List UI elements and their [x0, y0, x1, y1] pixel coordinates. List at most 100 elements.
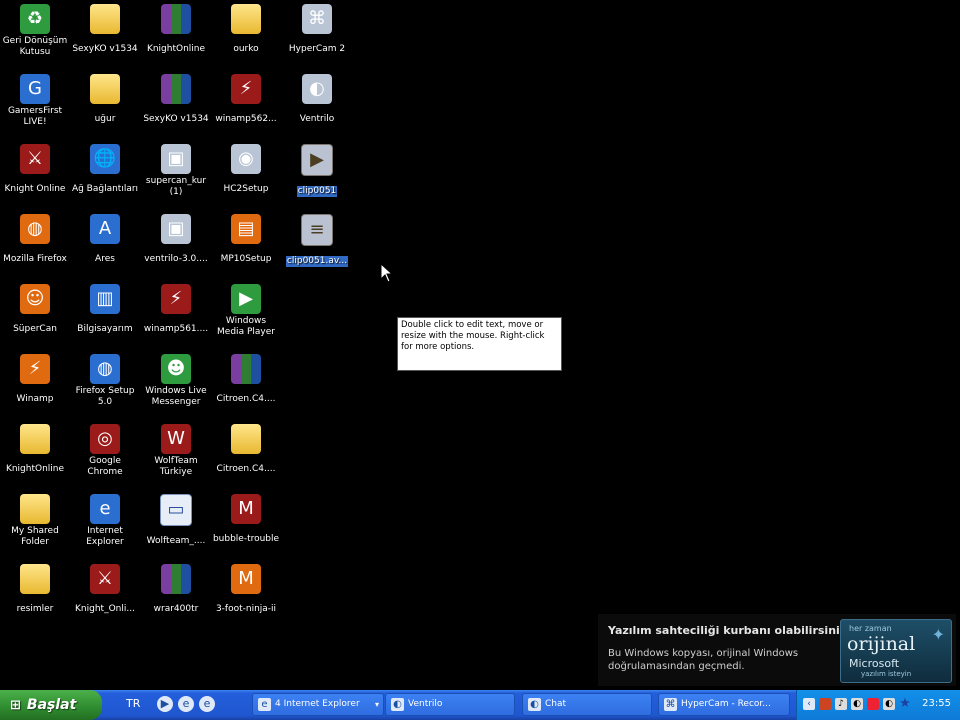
- desktop-icon-label: supercan_kur (1): [145, 176, 207, 197]
- desktop-icon[interactable]: wrar400tr: [141, 564, 211, 615]
- firefox-icon: ◍: [20, 214, 50, 244]
- desktop-icon[interactable]: G GamersFirst LIVE!: [0, 74, 70, 128]
- desktop-icon[interactable]: M 3-foot-ninja-ii: [211, 564, 281, 615]
- desktop-icon-label: HC2Setup: [223, 184, 269, 194]
- desktop-icon-label: Ventrilo: [299, 114, 335, 124]
- desktop-icon[interactable]: 🌐 Ağ Bağlantıları: [70, 144, 140, 195]
- tray-star-icon[interactable]: ★: [899, 697, 911, 710]
- taskbar: ⊞ Başlat TR ▶ e e e 4 Internet Explorer ▾ ◐…: [0, 690, 960, 720]
- wolfteam-icon: W: [161, 424, 191, 454]
- desktop-icon-label: ourko: [233, 44, 259, 54]
- desktop-icon[interactable]: ◐ Ventrilo: [282, 74, 352, 125]
- winamp-installer-icon: ⚡: [161, 284, 191, 314]
- desktop-icon[interactable]: SexyKO v1534: [141, 74, 211, 125]
- desktop-icon-label: resimler: [16, 604, 54, 614]
- desktop-icon[interactable]: ⚡ winamp561....: [141, 284, 211, 335]
- desktop-icon[interactable]: Mbubble-trouble: [211, 494, 281, 545]
- dropdown-arrow-icon: ▾: [374, 700, 379, 709]
- desktop-icon[interactable]: ⚡ Winamp: [0, 354, 70, 405]
- internet-explorer-quicklaunch-icon[interactable]: e: [199, 696, 215, 712]
- tray-chat-icon[interactable]: ◐: [883, 698, 895, 710]
- desktop-icon-label: winamp561....: [143, 324, 209, 334]
- bubble-trouble-icon: M: [231, 494, 261, 524]
- tooltip-text: Double click to edit text, move or resiz…: [401, 320, 545, 352]
- notice-title: Yazılım sahteciliği kurbanı olabilirsini…: [608, 624, 851, 637]
- hypercam-note-tooltip[interactable]: Double click to edit text, move or resiz…: [397, 317, 562, 371]
- desktop-icon[interactable]: e Internet Explorer: [70, 494, 140, 548]
- desktop-icon-label: Firefox Setup 5.0: [75, 386, 135, 407]
- internet-explorer-icon: e: [258, 698, 271, 711]
- my-computer-icon: ▥: [90, 284, 120, 314]
- desktop-icon[interactable]: ◍ Mozilla Firefox: [0, 214, 70, 265]
- tray-app-icon[interactable]: [867, 698, 879, 710]
- desktop-icon[interactable]: ⚡ winamp562...: [211, 74, 281, 125]
- tray-network-icon[interactable]: ◐: [851, 698, 863, 710]
- desktop-icon-label: KnightOnline: [5, 464, 65, 474]
- taskbar-button[interactable]: ◐ Chat: [522, 693, 652, 716]
- desktop-icon[interactable]: ♻ Geri Dönüşüm Kutusu: [0, 4, 70, 58]
- winrar-icon: [161, 564, 191, 594]
- language-indicator[interactable]: TR: [126, 697, 140, 710]
- desktop-icon[interactable]: ☺ SüperCan: [0, 284, 70, 335]
- recycle-bin-icon: ♻: [20, 4, 50, 34]
- desktop-icon[interactable]: My Shared Folder: [0, 494, 70, 548]
- clock[interactable]: 23:55: [922, 698, 951, 709]
- desktop-icon[interactable]: ◉ HC2Setup: [211, 144, 281, 195]
- taskbar-button[interactable]: e 4 Internet Explorer ▾: [252, 693, 384, 716]
- ventrilo-icon: ◐: [391, 698, 404, 711]
- desktop-icon[interactable]: KnightOnline: [0, 424, 70, 475]
- chat-icon: ◐: [528, 698, 541, 711]
- mouse-cursor-icon: [381, 264, 393, 283]
- tray-app-icon[interactable]: [819, 698, 831, 710]
- ares-icon: A: [90, 214, 120, 244]
- game-icon: M: [231, 564, 261, 594]
- desktop-icon[interactable]: A Ares: [70, 214, 140, 265]
- desktop-icon[interactable]: ⌘ HyperCam 2: [282, 4, 352, 55]
- desktop-icon[interactable]: ◍ Firefox Setup 5.0: [70, 354, 140, 408]
- installer-icon: ▣: [161, 144, 191, 174]
- desktop-icon[interactable]: ▤ MP10Setup: [211, 214, 281, 265]
- desktop-icon[interactable]: ourko: [211, 4, 281, 55]
- taskbar-button[interactable]: ◐ Ventrilo: [385, 693, 515, 716]
- desktop-icon[interactable]: KnightOnline: [141, 4, 211, 55]
- desktop-icon[interactable]: ▥ Bilgisayarım: [70, 284, 140, 335]
- tray-arrow-icon[interactable]: ‹: [803, 698, 815, 710]
- system-tray: ‹ ♪ ◐ ◐ ★ 23:55: [796, 690, 960, 720]
- desktop-icon-label: Google Chrome: [87, 456, 123, 477]
- desktop-icon-label: ventrilo-3.0....: [144, 254, 208, 264]
- desktop-icon-label: KnightOnline: [146, 44, 206, 54]
- desktop-icon-label: winamp562...: [215, 114, 277, 124]
- taskbar-button[interactable]: ⌘ HyperCam - Recor...: [658, 693, 790, 716]
- archive-icon: [161, 4, 191, 34]
- desktop-icon[interactable]: resimler: [0, 564, 70, 615]
- genuine-advantage-notice[interactable]: Yazılım sahteciliği kurbanı olabilirsini…: [598, 614, 956, 686]
- hypercam-icon: ⌘: [302, 4, 332, 34]
- internet-explorer-quicklaunch-icon[interactable]: e: [178, 696, 194, 712]
- desktop-icon-label: HyperCam 2: [288, 44, 346, 54]
- desktop-icon[interactable]: Citroen.C4....: [211, 424, 281, 475]
- start-button[interactable]: ⊞ Başlat: [0, 690, 102, 720]
- desktop-icon[interactable]: ▶ Windows Media Player: [211, 284, 281, 338]
- network-connections-icon: 🌐: [90, 144, 120, 174]
- desktop-icon[interactable]: ▣ supercan_kur (1): [141, 144, 211, 198]
- desktop-icon[interactable]: ≡ clip0051.av...: [282, 214, 352, 267]
- volume-icon[interactable]: ♪: [835, 698, 847, 710]
- desktop-icon[interactable]: ▶ clip0051: [282, 144, 352, 197]
- desktop-icon[interactable]: ◎ Google Chrome: [70, 424, 140, 478]
- camera-setup-icon: ◉: [231, 144, 261, 174]
- desktop-icon-label: clip0051: [296, 186, 338, 197]
- windows-media-player-icon: ▶: [231, 284, 261, 314]
- genuine-microsoft-badge[interactable]: her zaman orijinal Microsoft yazılım ist…: [840, 619, 952, 683]
- desktop-icon[interactable]: ☻ Windows Live Messenger: [141, 354, 211, 408]
- desktop-icon[interactable]: Citroen.C4....: [211, 354, 281, 405]
- desktop-icon-label: MP10Setup: [220, 254, 272, 264]
- desktop-icon[interactable]: uğur: [70, 74, 140, 125]
- desktop-icon[interactable]: ▭ Wolfteam_....: [141, 494, 211, 547]
- desktop-icon[interactable]: ▣ ventrilo-3.0....: [141, 214, 211, 265]
- desktop-icon[interactable]: ⚔ Knight_Onli...: [70, 564, 140, 615]
- show-desktop-icon[interactable]: ▶: [157, 696, 173, 712]
- desktop-icon-label: Windows Media Player: [217, 316, 275, 337]
- desktop-icon[interactable]: ⚔ Knight Online: [0, 144, 70, 195]
- desktop-icon[interactable]: W WolfTeam Türkiye: [141, 424, 211, 478]
- desktop-icon[interactable]: SexyKO v1534: [70, 4, 140, 55]
